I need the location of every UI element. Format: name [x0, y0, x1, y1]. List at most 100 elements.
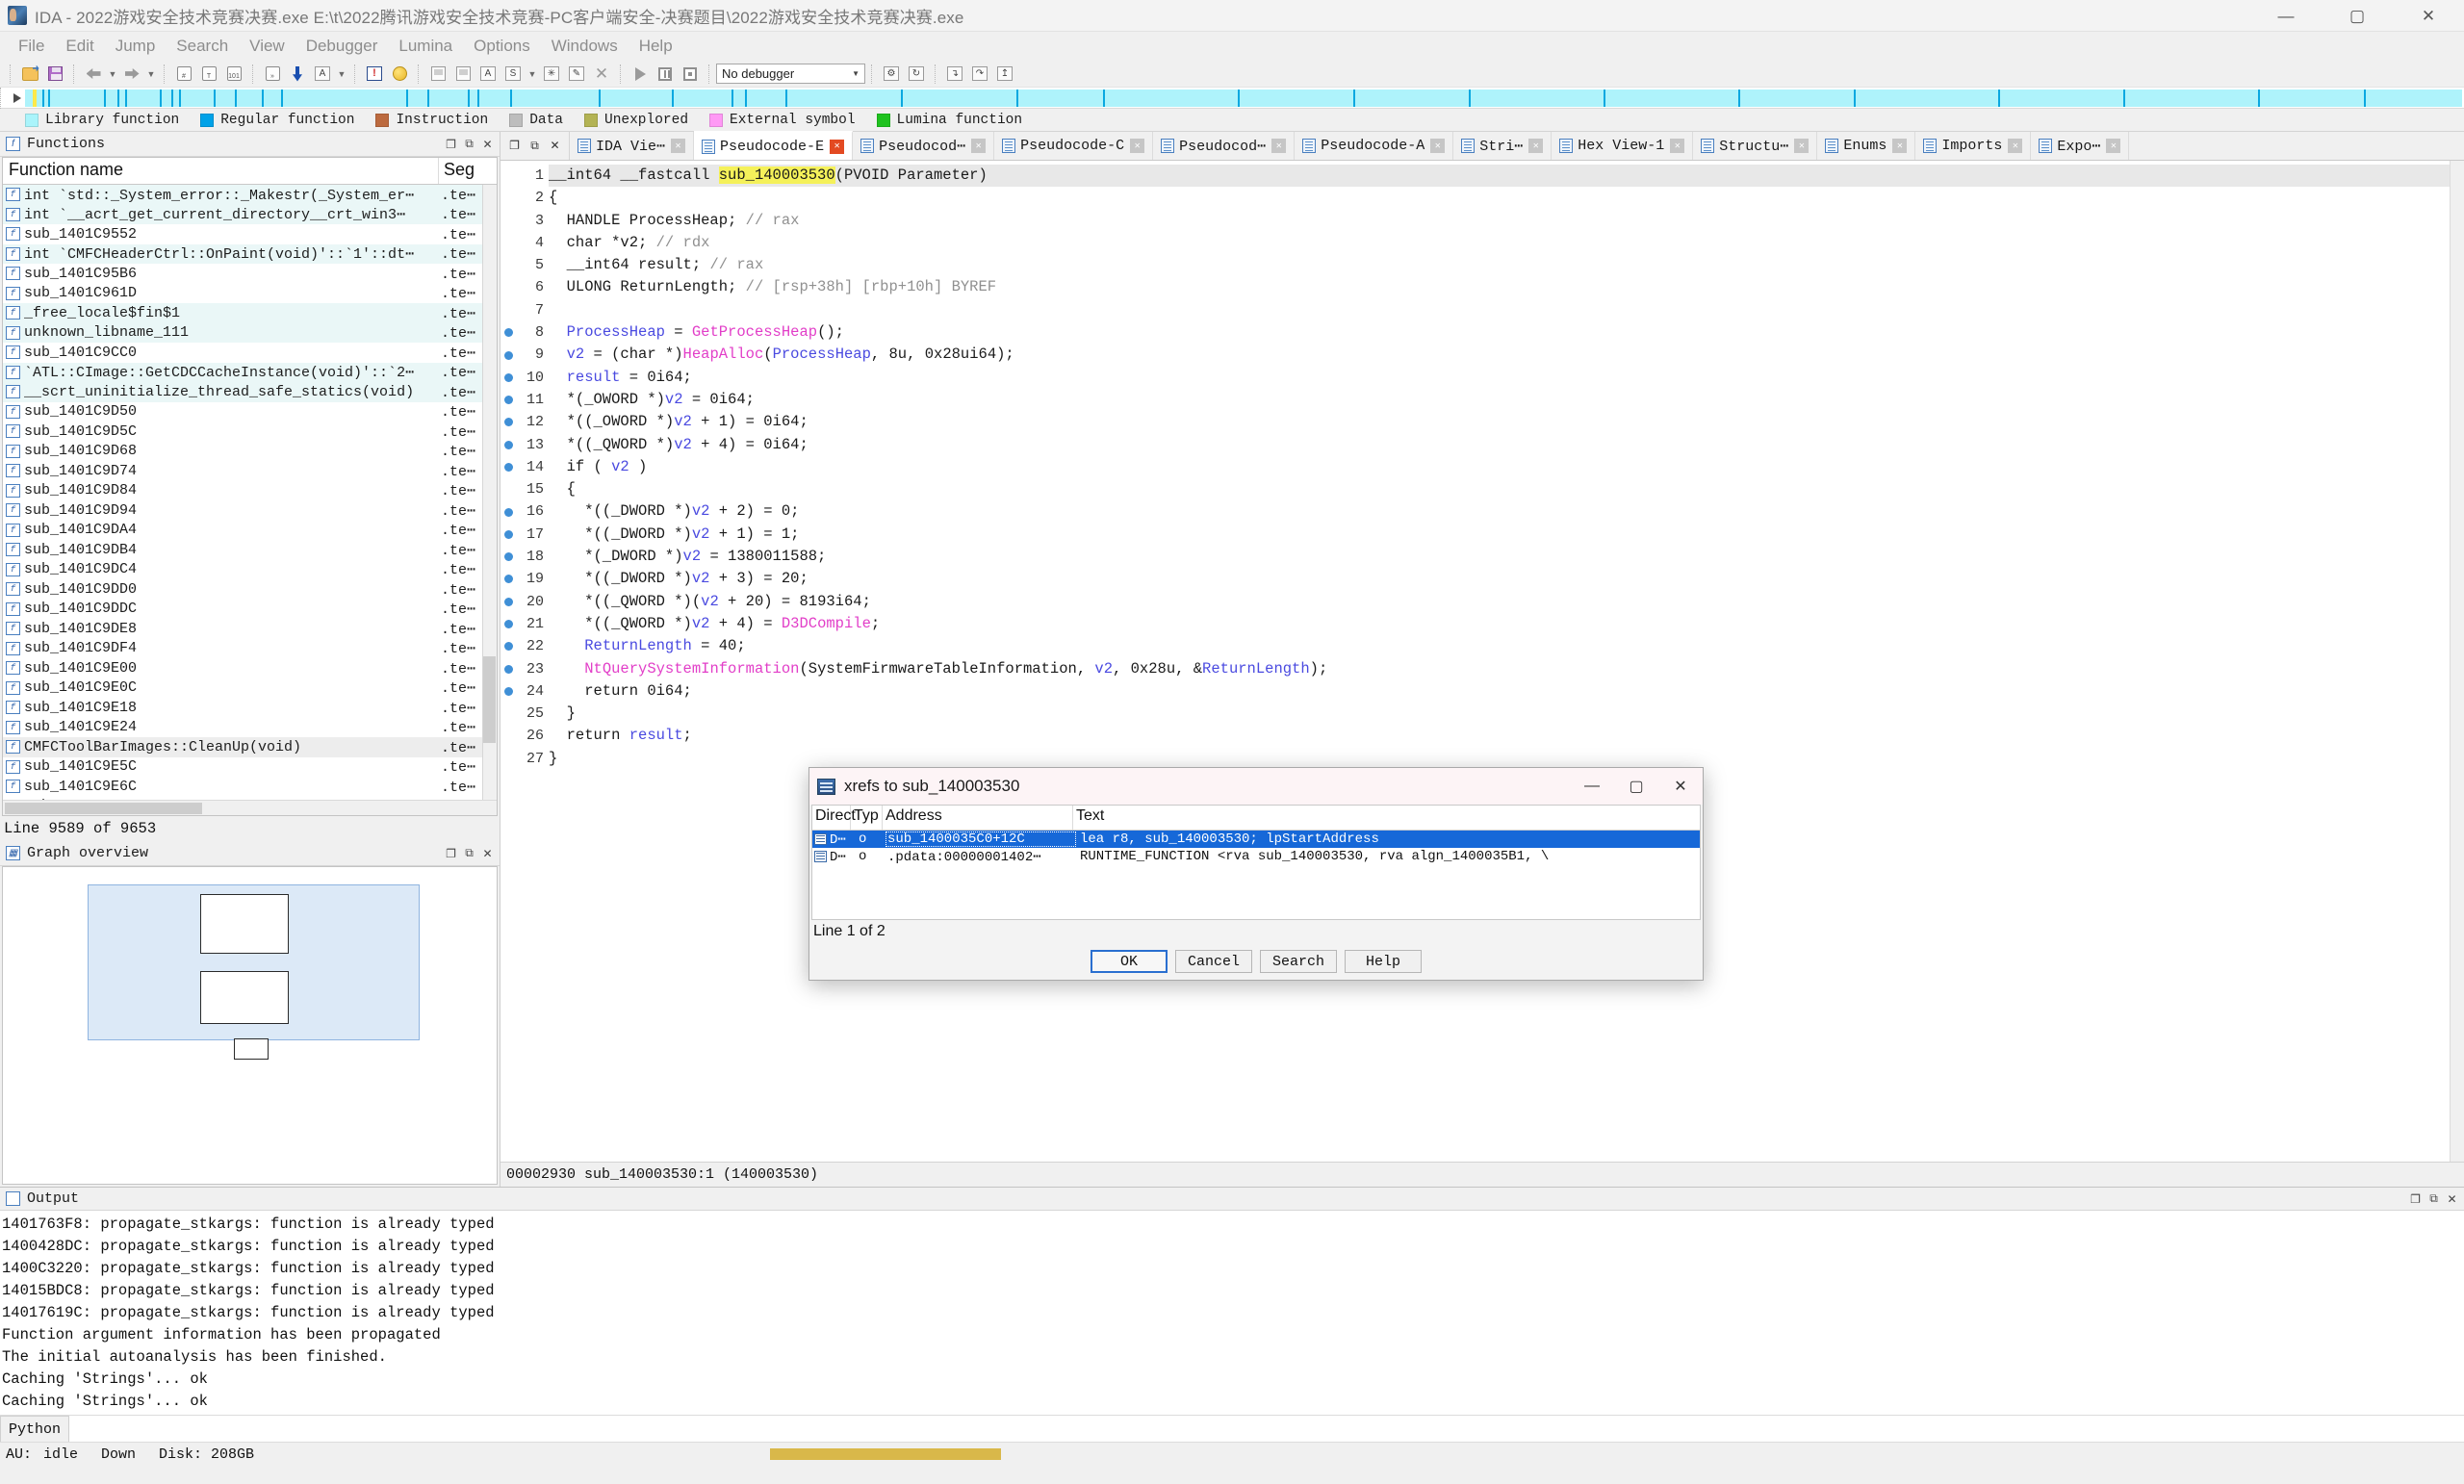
function-list-row[interactable]: f CMFCToolBarImages::CleanUp(void) .te⋯	[3, 737, 497, 757]
python-prompt-label[interactable]: Python	[0, 1416, 70, 1442]
search-next-icon[interactable]: »	[261, 64, 284, 85]
breakpoint-slot[interactable]	[500, 658, 516, 680]
refresh-icon[interactable]: ↻	[905, 64, 928, 85]
function-list-row[interactable]: f sub_1401C95B6 .te⋯	[3, 264, 497, 284]
open-file-icon[interactable]	[18, 64, 41, 85]
problems-icon[interactable]: !	[363, 64, 386, 85]
function-list-row[interactable]: f `ATL::CImage::GetCDCCacheInstance(void)…	[3, 362, 497, 382]
code-line[interactable]: *((_DWORD *)v2 + 3) = 20;	[549, 568, 2464, 590]
tab-enums[interactable]: Enums ✕	[1817, 132, 1916, 160]
graph-overview-float-icon[interactable]: ⧉	[461, 845, 477, 861]
breakpoint-slot[interactable]	[500, 546, 516, 568]
code-line[interactable]: __int64 result; // rax	[549, 254, 2464, 276]
output-input-row[interactable]: Python	[0, 1415, 2464, 1442]
tab-pseudocod[interactable]: Pseudocod⋯ ✕	[853, 132, 995, 160]
function-list-row[interactable]: f sub_1401C9E0C .te⋯	[3, 678, 497, 699]
code-line[interactable]: __int64 __fastcall sub_140003530(PVOID P…	[549, 165, 2464, 188]
code-line[interactable]: *((_DWORD *)v2 + 1) = 1;	[549, 524, 2464, 546]
tab-close-icon[interactable]: ✕	[1528, 139, 1544, 153]
menu-search[interactable]: Search	[166, 33, 239, 60]
maximize-button[interactable]: ▢	[2322, 0, 2393, 32]
code-line[interactable]: if ( v2 )	[549, 456, 2464, 478]
function-list-row[interactable]: f int `std::_System_error::_Makestr(_Syst…	[3, 185, 497, 205]
functions-panel-float-icon[interactable]: ⧉	[461, 136, 477, 152]
xrefs-dialog[interactable]: xrefs to sub_140003530 — ▢ ✕ Direct Typ …	[808, 767, 1704, 981]
code-line[interactable]	[549, 299, 2464, 321]
code-line[interactable]: return 0i64;	[549, 680, 2464, 703]
breakpoint-slot[interactable]	[500, 478, 516, 500]
output-restore-icon[interactable]: ❐	[2407, 1190, 2424, 1207]
function-list-row[interactable]: f sub_1401C9D84 .te⋯	[3, 481, 497, 501]
function-list-row[interactable]: f sub_1401C9CC0 .te⋯	[3, 343, 497, 363]
breakpoint-slot[interactable]	[500, 165, 516, 187]
function-list-row[interactable]: f sub_1401C9E6C .te⋯	[3, 777, 497, 797]
code-line[interactable]: result = 0i64;	[549, 367, 2464, 389]
function-list-row[interactable]: f sub_1401C9DDC .te⋯	[3, 600, 497, 620]
debugger-select[interactable]: No debugger ▼	[716, 64, 865, 84]
code-line[interactable]: ProcessHeap = GetProcessHeap();	[549, 321, 2464, 344]
code-line[interactable]: }	[549, 703, 2464, 725]
breakpoint-slot[interactable]	[500, 232, 516, 254]
navband-handle[interactable]	[0, 87, 10, 109]
search-text-icon[interactable]: T	[197, 64, 220, 85]
code-line[interactable]: *(_OWORD *)v2 = 0i64;	[549, 389, 2464, 411]
menu-help[interactable]: Help	[629, 33, 683, 60]
breakpoint-slot[interactable]	[500, 500, 516, 523]
string-type-icon[interactable]: A	[311, 64, 334, 85]
forward-arrow-icon[interactable]	[120, 64, 143, 85]
functions-hscrollbar[interactable]	[3, 800, 497, 815]
breakpoint-slot[interactable]	[500, 367, 516, 389]
graph-overview-close-icon[interactable]: ✕	[479, 845, 496, 861]
breakpoint-slot[interactable]	[500, 434, 516, 456]
tab-close-icon[interactable]: ✕	[1430, 139, 1446, 153]
string-type-dropdown-icon[interactable]: ▼	[335, 64, 348, 85]
tab-idavie[interactable]: IDA Vie⋯ ✕	[570, 132, 695, 160]
jump-down-icon[interactable]	[286, 64, 309, 85]
breakpoint-slot[interactable]	[500, 568, 516, 590]
step-over-icon[interactable]: ↷	[968, 64, 991, 85]
tab-close-icon[interactable]: ✕	[2106, 139, 2121, 153]
function-list-row[interactable]: f sub_1401C9DB4 .te⋯	[3, 540, 497, 560]
xrefs-row[interactable]: D⋯ o .pdata:00000001402⋯ RUNTIME_FUNCTION <…	[812, 848, 1700, 865]
xrefs-row[interactable]: D⋯ o sub_1400035C0+12C lea r8, sub_14000353…	[812, 831, 1700, 848]
tab-pseudocod[interactable]: Pseudocod⋯ ✕	[1153, 132, 1296, 160]
navigation-band[interactable]	[0, 87, 2464, 109]
make-struct-icon[interactable]: S	[501, 64, 525, 85]
column-function-name[interactable]: Function name	[3, 158, 439, 184]
graph-overview-canvas[interactable]	[2, 866, 498, 1185]
ok-button[interactable]: OK	[1091, 950, 1168, 973]
code-line[interactable]: ReturnLength = 40;	[549, 635, 2464, 657]
function-list-row[interactable]: f sub_1401C9DC4 .te⋯	[3, 560, 497, 580]
function-list-row[interactable]: f sub_1401C9DD0 .te⋯	[3, 579, 497, 600]
tab-close-icon[interactable]: ✕	[1794, 139, 1810, 153]
breakpoint-slot[interactable]	[500, 748, 516, 770]
make-code-icon[interactable]	[426, 64, 449, 85]
functions-panel-restore-icon[interactable]: ❐	[443, 136, 459, 152]
code-line[interactable]: *((_DWORD *)v2 + 2) = 0;	[549, 500, 2464, 523]
save-icon[interactable]	[43, 64, 66, 85]
code-vscrollbar[interactable]	[2450, 161, 2464, 1162]
close-button[interactable]: ✕	[2393, 0, 2464, 32]
function-list-row[interactable]: f sub_1401C9D5C .te⋯	[3, 422, 497, 442]
function-list-row[interactable]: f sub_1401C9E5C .te⋯	[3, 757, 497, 778]
breakpoint-slot[interactable]	[500, 680, 516, 703]
code-line[interactable]: *((_QWORD *)v2 + 4) = D3DCompile;	[549, 613, 2464, 635]
help-button[interactable]: Help	[1345, 950, 1422, 973]
breakpoint-slot[interactable]	[500, 725, 516, 747]
breakpoint-slot[interactable]	[500, 635, 516, 657]
menu-debugger[interactable]: Debugger	[295, 33, 389, 60]
tab-expo[interactable]: Expo⋯ ✕	[2031, 132, 2130, 160]
code-line[interactable]: {	[549, 187, 2464, 209]
dialog-close-button[interactable]: ✕	[1658, 768, 1703, 805]
tab-close-icon[interactable]: ✕	[1130, 139, 1145, 153]
output-log[interactable]: 1401763F8: propagate_stkargs: function i…	[0, 1211, 2464, 1415]
menu-lumina[interactable]: Lumina	[388, 33, 463, 60]
stop-icon[interactable]	[679, 64, 702, 85]
xrefs-column-type[interactable]: Typ	[851, 806, 883, 830]
xrefs-rows[interactable]: D⋯ o sub_1400035C0+12C lea r8, sub_14000353…	[812, 831, 1700, 865]
function-list-row[interactable]: f sub_1401C9DA4 .te⋯	[3, 521, 497, 541]
make-array-icon[interactable]: A	[476, 64, 500, 85]
code-line[interactable]: char *v2; // rdx	[549, 232, 2464, 254]
dialog-maximize-button[interactable]: ▢	[1614, 768, 1658, 805]
function-list-row[interactable]: f __scrt_uninitialize_thread_safe_statics…	[3, 382, 497, 402]
